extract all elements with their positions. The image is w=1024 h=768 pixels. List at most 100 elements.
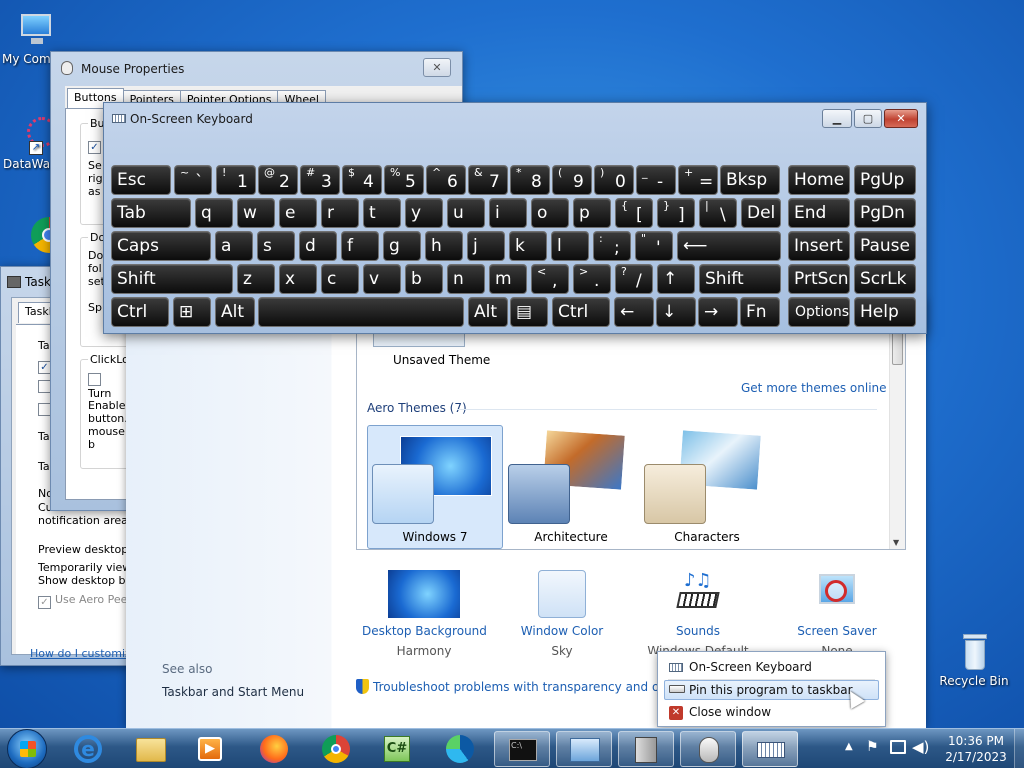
key-down-arrow[interactable]: ↓: [656, 297, 696, 327]
key-shift[interactable]: Shift: [111, 264, 233, 294]
taskbar-taskbar-properties-button[interactable]: [618, 731, 674, 767]
key-up-arrow[interactable]: ↑: [657, 264, 695, 294]
key-1[interactable]: ! 1: [216, 165, 256, 195]
key-p[interactable]: p: [573, 198, 611, 228]
taskbar-personalization-button[interactable]: [556, 731, 612, 767]
start-button[interactable]: [7, 729, 47, 768]
key-q[interactable]: q: [195, 198, 233, 228]
key-9[interactable]: (9: [552, 165, 592, 195]
key-options[interactable]: Options: [788, 297, 850, 327]
key-symbol[interactable]: :;: [593, 231, 631, 261]
key-pause[interactable]: Pause: [854, 231, 916, 261]
key-s[interactable]: s: [257, 231, 295, 261]
key-tab[interactable]: Tab: [111, 198, 191, 228]
key-r[interactable]: r: [321, 198, 359, 228]
taskbar-osk-button[interactable]: [742, 731, 798, 767]
clock[interactable]: 10:36 PM 2/17/2023: [940, 733, 1012, 765]
network-icon[interactable]: [890, 740, 906, 754]
key-right-arrow[interactable]: →: [698, 297, 738, 327]
scroll-down-arrow-icon[interactable]: ▼: [893, 538, 899, 547]
key-x[interactable]: x: [279, 264, 317, 294]
key-ctrl[interactable]: Ctrl: [111, 297, 169, 327]
key-k[interactable]: k: [509, 231, 547, 261]
taskbar-firefox-button[interactable]: [246, 731, 302, 767]
key-7[interactable]: & 7: [468, 165, 508, 195]
key-prtscn[interactable]: PrtScn: [788, 264, 850, 294]
key-3[interactable]: #3: [300, 165, 340, 195]
desktop-icon-recycle-bin[interactable]: Recycle Bin: [938, 632, 1010, 688]
key-bksp[interactable]: Bksp: [720, 165, 780, 195]
key-shift[interactable]: Shift: [699, 264, 781, 294]
key-0[interactable]: ) 0: [594, 165, 634, 195]
taskbar-cmd-button[interactable]: C:\: [494, 731, 550, 767]
key-m[interactable]: m: [489, 264, 527, 294]
key-help[interactable]: Help: [854, 297, 916, 327]
key-symbol[interactable]: >.: [573, 264, 611, 294]
window-color-setting[interactable]: Window Color Sky: [506, 570, 618, 658]
key-w[interactable]: w: [237, 198, 275, 228]
key-5[interactable]: % 5: [384, 165, 424, 195]
key-menu-icon[interactable]: ▤: [510, 297, 548, 327]
key-u[interactable]: u: [447, 198, 485, 228]
key-8[interactable]: * 8: [510, 165, 550, 195]
key-t[interactable]: t: [363, 198, 401, 228]
key-j[interactable]: j: [467, 231, 505, 261]
key-g[interactable]: g: [383, 231, 421, 261]
key-insert[interactable]: Insert: [788, 231, 850, 261]
key-del[interactable]: Del: [741, 198, 781, 228]
minimize-button[interactable]: ▁: [822, 109, 852, 128]
theme-list-scrollbar[interactable]: ▼: [889, 321, 905, 549]
key-z[interactable]: z: [237, 264, 275, 294]
key-i[interactable]: i: [489, 198, 527, 228]
use-aero-peek-checkbox[interactable]: ✓ Use Aero Peek: [38, 593, 134, 609]
key-symbol[interactable]: _ -: [636, 165, 676, 195]
key-h[interactable]: h: [425, 231, 463, 261]
key-n[interactable]: n: [447, 264, 485, 294]
desktop-background-setting[interactable]: Desktop Background Harmony: [362, 570, 487, 658]
close-button[interactable]: ✕: [884, 109, 918, 128]
key-pgdn[interactable]: PgDn: [854, 198, 916, 228]
taskbar-csharp-button[interactable]: C#: [370, 731, 426, 767]
key-scrlk[interactable]: ScrLk: [854, 264, 916, 294]
theme-architecture[interactable]: Architecture: [503, 425, 639, 549]
troubleshoot-link[interactable]: Troubleshoot problems with transparency …: [356, 679, 684, 694]
taskbar-start-menu-link[interactable]: Taskbar and Start Menu: [162, 685, 304, 699]
key-y[interactable]: y: [405, 198, 443, 228]
key-symbol[interactable]: ? /: [615, 264, 653, 294]
key-f[interactable]: f: [341, 231, 379, 261]
volume-icon[interactable]: ◀): [912, 738, 929, 756]
key-enter[interactable]: ⟵: [677, 231, 781, 261]
key-alt[interactable]: Alt: [215, 297, 255, 327]
show-desktop-button[interactable]: [1014, 729, 1024, 768]
get-more-themes-link[interactable]: Get more themes online: [741, 381, 887, 395]
key-e[interactable]: e: [279, 198, 317, 228]
key-esc[interactable]: Esc: [111, 165, 171, 195]
key-left-arrow[interactable]: ←: [614, 297, 654, 327]
key-alt[interactable]: Alt: [468, 297, 508, 327]
jump-item-close-window[interactable]: ✕ Close window: [664, 702, 879, 722]
key-b[interactable]: b: [405, 264, 443, 294]
jump-item-on-screen-keyboard[interactable]: On-Screen Keyboard: [664, 657, 879, 677]
taskbar-edge-button[interactable]: [432, 731, 488, 767]
key-fn[interactable]: Fn: [740, 297, 780, 327]
action-center-flag-icon[interactable]: ⚑: [866, 739, 879, 755]
key-ctrl[interactable]: Ctrl: [552, 297, 610, 327]
theme-characters[interactable]: Characters: [639, 425, 775, 549]
key-symbol[interactable]: <,: [531, 264, 569, 294]
key-symbol[interactable]: " ': [635, 231, 673, 261]
close-button[interactable]: ✕: [423, 58, 451, 77]
key-6[interactable]: ^ 6: [426, 165, 466, 195]
key-c[interactable]: c: [321, 264, 359, 294]
key-a[interactable]: a: [215, 231, 253, 261]
key-end[interactable]: End: [788, 198, 850, 228]
key-home[interactable]: Home: [788, 165, 850, 195]
key-space[interactable]: [258, 297, 464, 327]
key-windows-icon[interactable]: ⊞: [173, 297, 211, 327]
key-4[interactable]: $4: [342, 165, 382, 195]
key-symbol[interactable]: }]: [657, 198, 695, 228]
show-hidden-icons-button[interactable]: ▲: [845, 741, 853, 752]
key-d[interactable]: d: [299, 231, 337, 261]
key-o[interactable]: o: [531, 198, 569, 228]
key-symbol[interactable]: {[: [615, 198, 653, 228]
key-pgup[interactable]: PgUp: [854, 165, 916, 195]
